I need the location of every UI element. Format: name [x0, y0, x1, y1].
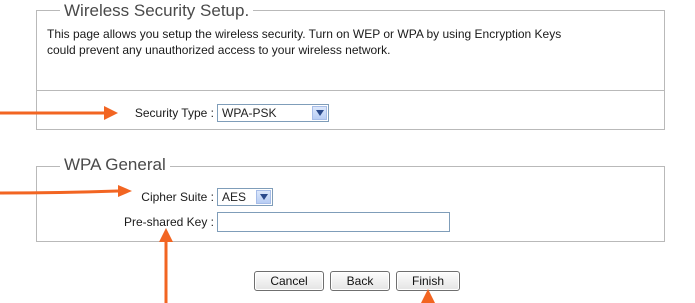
back-button[interactable]: Back [330, 271, 390, 291]
section-divider [37, 90, 664, 91]
preshared-key-arrow-icon [159, 228, 173, 303]
finish-arrow-icon [421, 289, 435, 303]
preshared-key-label: Pre-shared Key : [123, 215, 214, 229]
cipher-suite-select[interactable]: AES [217, 188, 273, 206]
security-type-value: WPA-PSK [222, 106, 277, 120]
wireless-security-description-line1: This page allows you setup the wireless … [47, 27, 562, 41]
wireless-security-legend: Wireless Security Setup. [60, 1, 254, 21]
preshared-key-input[interactable] [217, 212, 450, 232]
cancel-button[interactable]: Cancel [254, 271, 324, 291]
security-type-arrow-icon [0, 106, 118, 120]
wpa-general-legend: WPA General [60, 155, 170, 175]
security-type-select[interactable]: WPA-PSK [217, 104, 329, 122]
cipher-suite-arrow-icon [0, 185, 132, 197]
finish-button[interactable]: Finish [396, 271, 460, 291]
wireless-security-description-line2: could prevent any unauthorized access to… [47, 43, 391, 57]
cipher-suite-value: AES [222, 190, 247, 204]
chevron-down-icon[interactable] [312, 106, 327, 120]
chevron-down-icon[interactable] [256, 190, 271, 204]
